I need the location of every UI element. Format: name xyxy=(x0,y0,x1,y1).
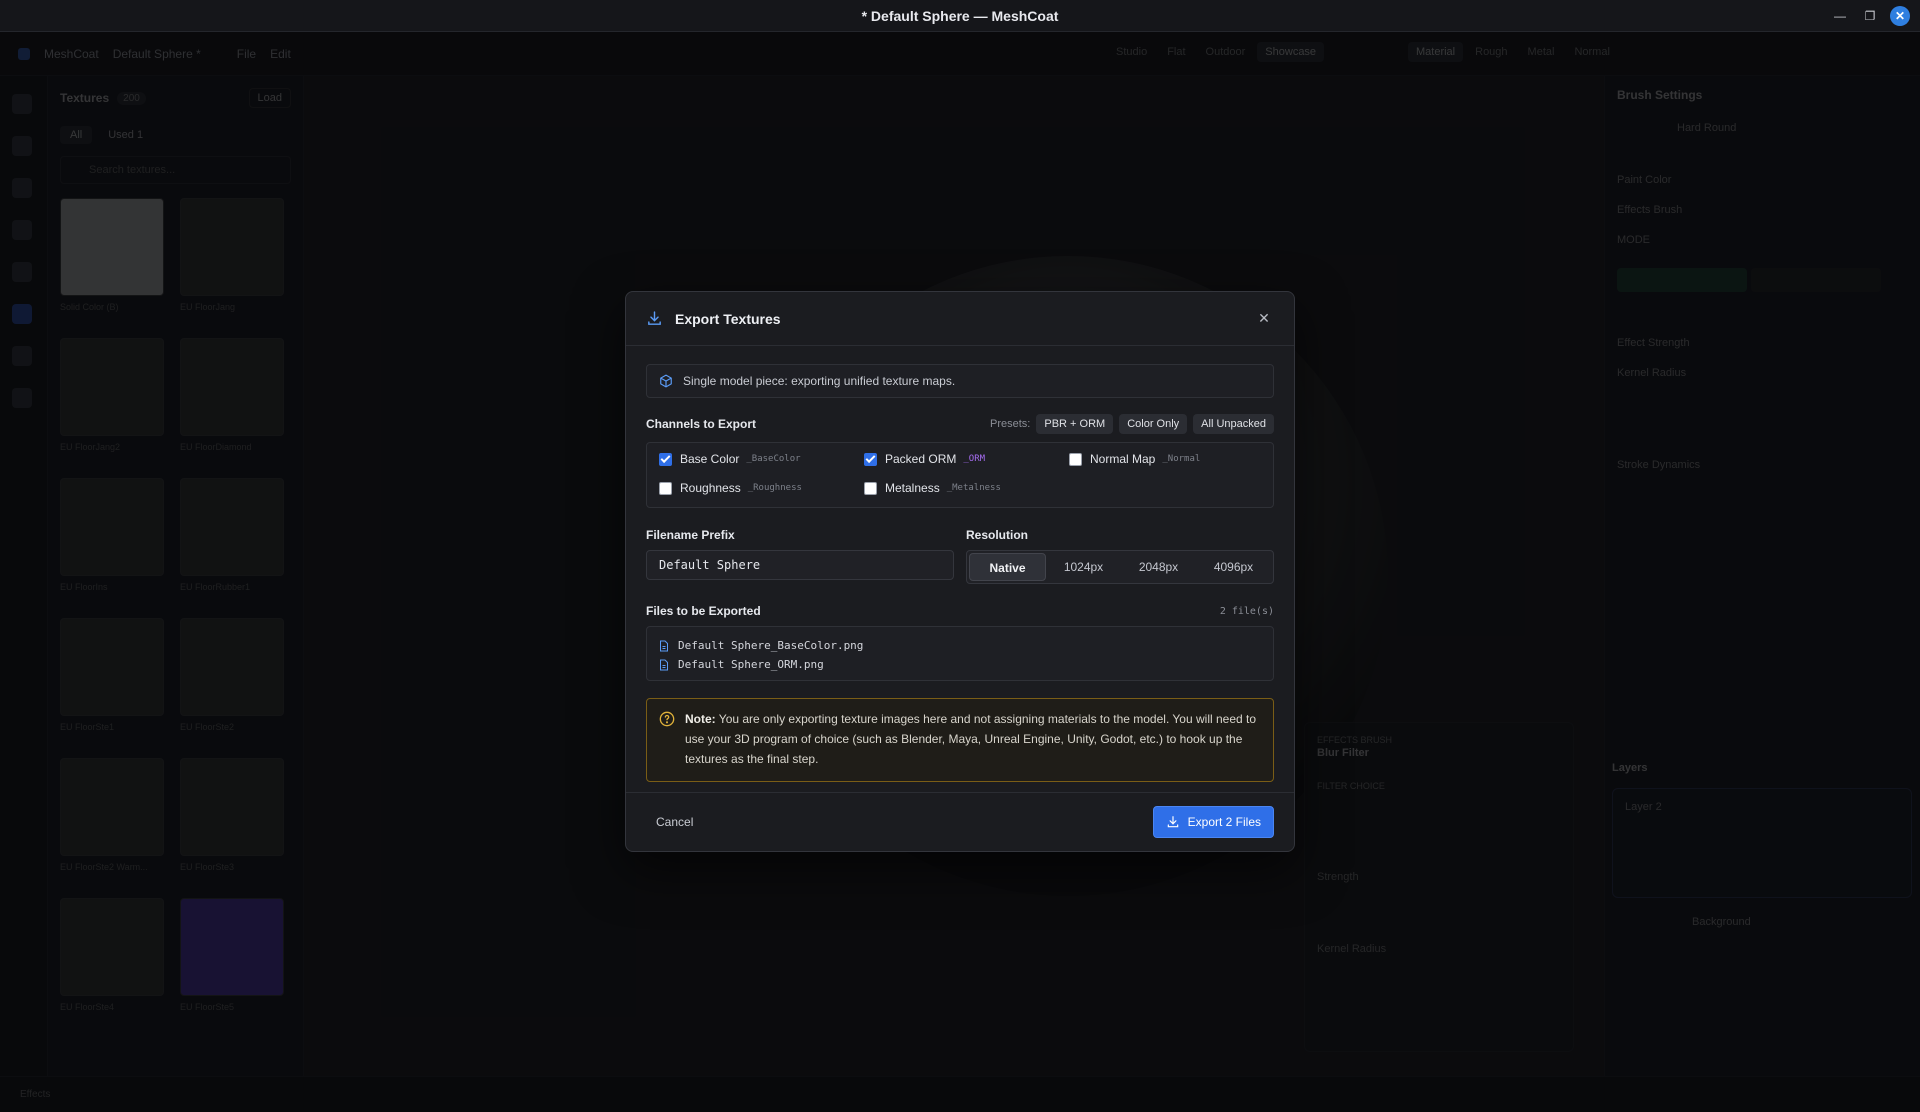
info-banner: Single model piece: exporting unified te… xyxy=(646,364,1274,398)
note-callout: Note: You are only exporting texture ima… xyxy=(646,698,1274,782)
normal-map-checkbox[interactable] xyxy=(1069,452,1082,466)
resolution-4096[interactable]: 4096px xyxy=(1196,553,1271,581)
filename-prefix-input[interactable] xyxy=(646,550,954,580)
presets-label: Presets: xyxy=(990,418,1031,430)
metalness-checkbox[interactable] xyxy=(864,481,877,495)
preset-pbr-orm-button[interactable]: PBR + ORM xyxy=(1036,414,1114,434)
file-icon xyxy=(660,659,668,670)
window-controls: — ❐ ✕ xyxy=(1830,6,1910,26)
channel-label: Normal Map xyxy=(1090,452,1156,466)
resolution-native[interactable]: Native xyxy=(969,553,1046,581)
channel-suffix: _Roughness xyxy=(747,483,802,493)
window-close-icon[interactable]: ✕ xyxy=(1890,6,1910,26)
window-titlebar: * Default Sphere — MeshCoat — ❐ ✕ xyxy=(0,0,1920,32)
channel-roughness[interactable]: Roughness _Roughness xyxy=(659,480,864,496)
dialog-header: Export Textures ✕ xyxy=(626,292,1294,346)
window-title: * Default Sphere — MeshCoat xyxy=(861,7,1059,24)
help-circle-icon xyxy=(659,711,675,727)
export-textures-dialog: Export Textures ✕ Single model piece: ex… xyxy=(625,291,1295,852)
export-button-label: Export 2 Files xyxy=(1187,815,1261,829)
channel-label: Roughness xyxy=(680,481,741,495)
channel-label: Base Color xyxy=(680,452,740,466)
files-list: Default Sphere_BaseColor.png Default Sph… xyxy=(646,626,1274,681)
channel-base-color[interactable]: Base Color _BaseColor xyxy=(659,451,864,467)
resolution-segmented-control: Native 1024px 2048px 4096px xyxy=(966,550,1274,584)
cancel-button[interactable]: Cancel xyxy=(656,815,693,829)
channel-normal-map[interactable]: Normal Map _Normal xyxy=(1069,451,1274,467)
resolution-2048[interactable]: 2048px xyxy=(1121,553,1196,581)
channel-label: Metalness xyxy=(885,481,940,495)
note-text: Note: You are only exporting texture ima… xyxy=(685,709,1261,781)
dialog-title: Export Textures xyxy=(675,310,781,327)
channels-section-title: Channels to Export xyxy=(646,417,757,431)
resolution-1024[interactable]: 1024px xyxy=(1046,553,1121,581)
channel-packed-orm[interactable]: Packed ORM _ORM xyxy=(864,451,1069,467)
presets-group: Presets: PBR + ORM Color Only All Unpack… xyxy=(990,414,1274,434)
file-icon xyxy=(660,640,668,651)
roughness-checkbox[interactable] xyxy=(659,481,672,495)
note-body: You are only exporting texture images he… xyxy=(685,712,1257,766)
cube-icon xyxy=(660,374,672,388)
channel-suffix: _Metalness xyxy=(946,483,1001,493)
channel-suffix: _ORM xyxy=(963,454,986,464)
list-item: Default Sphere_ORM.png xyxy=(659,655,1261,674)
file-name: Default Sphere_ORM.png xyxy=(678,658,824,671)
channel-suffix: _Normal xyxy=(1162,454,1201,464)
maximize-icon[interactable]: ❐ xyxy=(1860,6,1880,26)
dialog-footer: Cancel Export 2 Files xyxy=(626,792,1294,851)
list-item: Default Sphere_BaseColor.png xyxy=(659,636,1261,655)
download-icon xyxy=(648,311,661,325)
file-name: Default Sphere_BaseColor.png xyxy=(678,639,864,652)
files-count: 2 file(s) xyxy=(1219,605,1274,617)
resolution-label: Resolution xyxy=(966,528,1028,542)
info-text: Single model piece: exporting unified te… xyxy=(683,374,956,388)
channels-box: Base Color _BaseColor Packed ORM _ORM No… xyxy=(646,442,1274,508)
packed-orm-checkbox[interactable] xyxy=(864,452,877,466)
minimize-icon[interactable]: — xyxy=(1830,6,1850,26)
preset-all-unpacked-button[interactable]: All Unpacked xyxy=(1193,414,1274,434)
filename-prefix-label: Filename Prefix xyxy=(646,528,735,542)
channel-suffix: _BaseColor xyxy=(746,454,801,464)
export-files-button[interactable]: Export 2 Files xyxy=(1152,806,1274,838)
channel-metalness[interactable]: Metalness _Metalness xyxy=(864,480,1069,496)
download-icon xyxy=(1167,816,1178,828)
note-bold: Note: xyxy=(685,712,716,726)
base-color-checkbox[interactable] xyxy=(659,452,672,466)
close-icon[interactable]: ✕ xyxy=(1254,310,1274,327)
files-section-title: Files to be Exported xyxy=(646,604,761,618)
channel-label: Packed ORM xyxy=(885,452,957,466)
preset-color-only-button[interactable]: Color Only xyxy=(1119,414,1188,434)
